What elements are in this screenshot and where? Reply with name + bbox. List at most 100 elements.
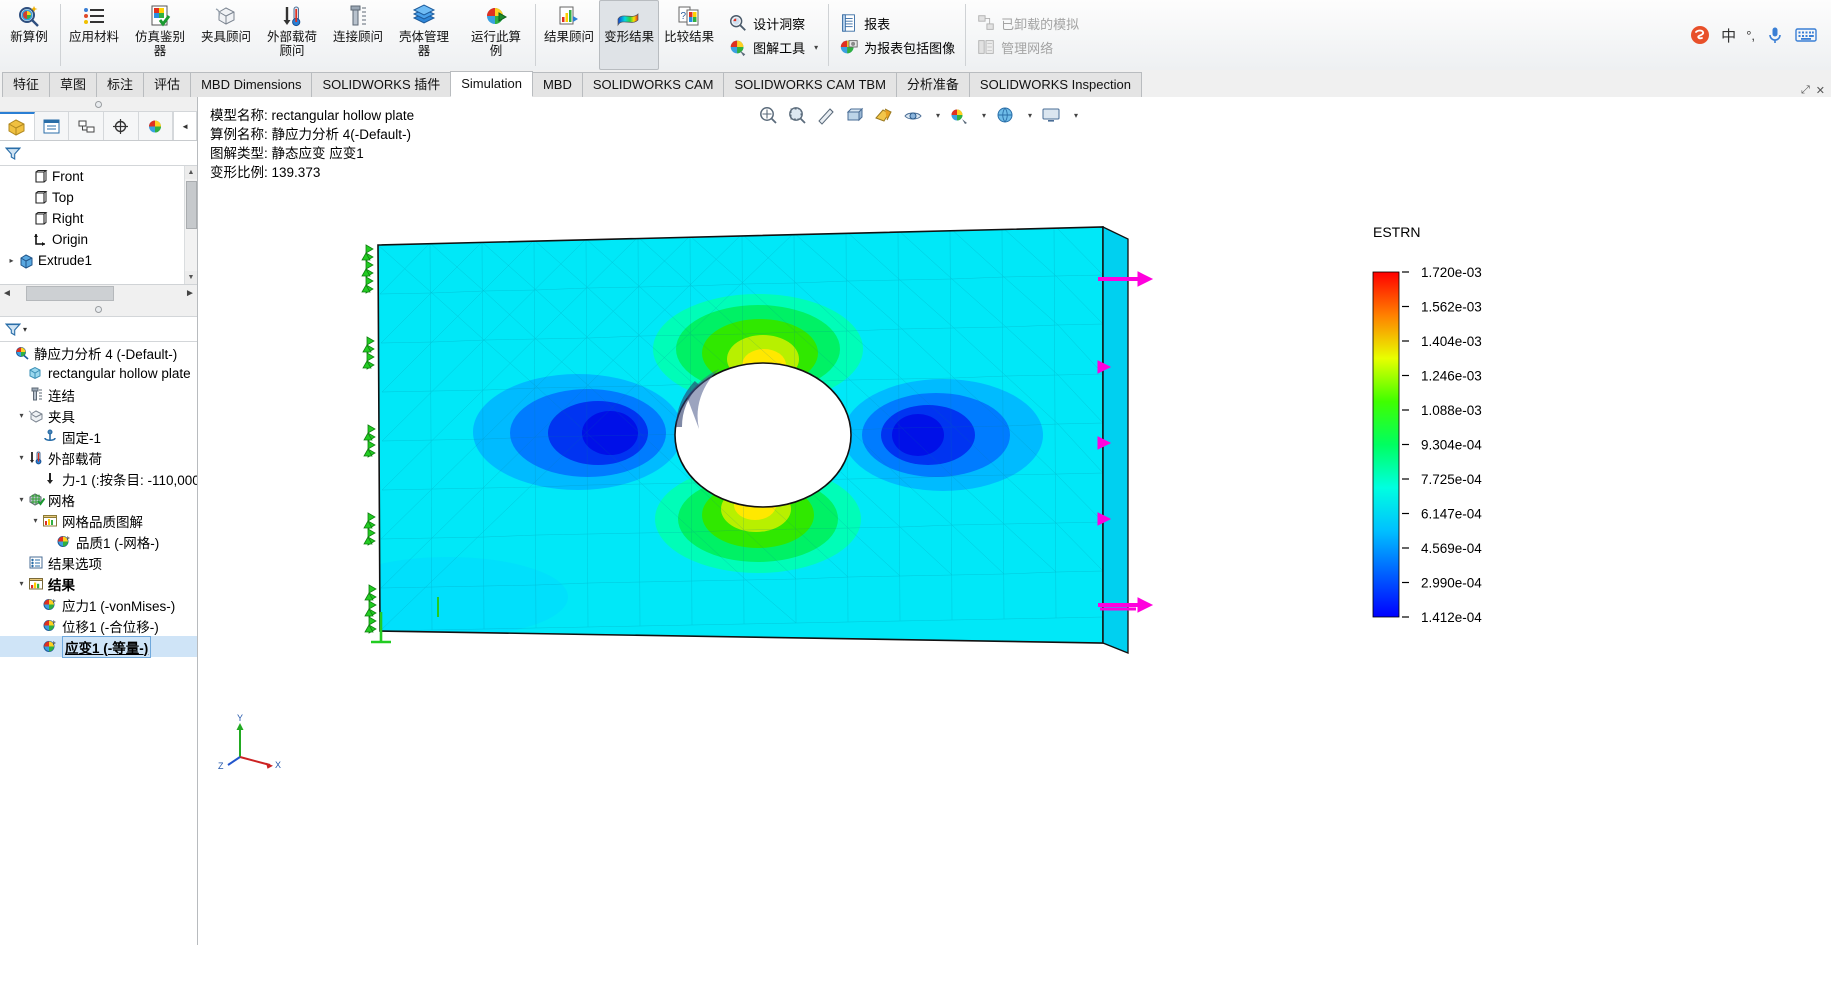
tree-expander-icon[interactable]: ▾ — [30, 516, 41, 525]
tree-expander-icon[interactable]: ▾ — [16, 495, 27, 504]
external-loads-advisor-button[interactable]: 外部载荷顾问 — [256, 0, 328, 70]
simulation-study-tree[interactable]: 静应力分析 4 (-Default-) rectangular hollow pl… — [0, 342, 197, 982]
close-panel-icon[interactable]: ✕ — [1816, 84, 1825, 97]
expand-panel-icon[interactable]: ⤢ — [1801, 84, 1810, 97]
tree-expander-icon[interactable]: ▾ — [16, 453, 27, 462]
tree-row[interactable]: Top — [0, 187, 197, 208]
tree-icon-wrapper — [31, 189, 50, 206]
tree-icon-wrapper — [31, 168, 50, 185]
tree-item-label: 应变1 (-等量-) — [62, 636, 151, 658]
collapse-tree-button[interactable]: ◄ — [173, 112, 197, 140]
tree-row[interactable]: 力-1 (:按条目: -110,000 — [0, 468, 197, 489]
manage-network-button[interactable]: 管理网络 — [972, 35, 1083, 59]
tree-row[interactable]: 结果选项 — [0, 552, 197, 573]
tree-row[interactable]: 连结 — [0, 384, 197, 405]
feature-tree-filter-bar[interactable] — [0, 141, 197, 166]
design-insight-button[interactable]: 设计洞察 — [724, 11, 822, 35]
tree-row[interactable]: Right — [0, 208, 197, 229]
simulation-evaluator-button[interactable]: 仿真鉴别器 — [124, 0, 196, 70]
triad-z-label: Z — [218, 761, 224, 771]
microphone-icon[interactable] — [1765, 25, 1785, 45]
tree-row[interactable]: rectangular hollow plate — [0, 363, 197, 384]
tab-草图[interactable]: 草图 — [49, 72, 97, 97]
tab-分析准备[interactable]: 分析准备 — [896, 72, 970, 97]
property-manager-tab[interactable] — [35, 112, 70, 140]
panel-resize-handle-mid[interactable] — [0, 302, 197, 317]
fea-result-plot[interactable]: ESTRN 1.720e-031.562e-031.404e-031.246e-… — [198, 97, 1831, 945]
tab-solidworks-cam[interactable]: SOLIDWORKS CAM — [582, 72, 725, 97]
simulation-tree-filter-bar[interactable]: ▾ — [0, 317, 197, 342]
tree-row[interactable]: 品质1 (-网格-) — [0, 531, 197, 552]
legend-tick-label: 9.304e-04 — [1421, 438, 1482, 453]
tree-row[interactable]: 固定-1 — [0, 426, 197, 447]
display-manager-tab[interactable] — [139, 112, 174, 140]
deformed-result-button[interactable]: 变形结果 — [599, 0, 659, 70]
manage-network-icon — [976, 37, 996, 57]
scroll-thumb[interactable] — [186, 181, 197, 229]
feature-manager-tree[interactable]: ▲ ▼ FrontTopRightOrigin▸Extrude1 — [0, 166, 197, 284]
tree-row[interactable]: ▾网格 — [0, 489, 197, 510]
chevron-left-icon: ◄ — [181, 122, 189, 131]
tab-mbd[interactable]: MBD — [532, 72, 583, 97]
tree-row[interactable]: ▾外部载荷 — [0, 447, 197, 468]
scroll-left-icon[interactable]: ◄ — [0, 288, 14, 299]
tree-expander-icon[interactable]: ▾ — [16, 411, 27, 420]
new-study-button[interactable]: 新算例 — [1, 0, 57, 70]
connections-advisor-label: 连接顾问 — [333, 31, 383, 45]
tree-expander-icon[interactable]: ▸ — [6, 256, 17, 265]
tab-solidworks-cam-tbm[interactable]: SOLIDWORKS CAM TBM — [723, 72, 896, 97]
manager-tab-strip: ◄ — [0, 112, 197, 141]
feature-manager-tab[interactable] — [0, 112, 35, 140]
run-this-study-button[interactable]: 运行此算例 — [460, 0, 532, 70]
sogou-logo-icon[interactable] — [1689, 24, 1711, 46]
tab-simulation[interactable]: Simulation — [450, 71, 533, 97]
graphics-viewport[interactable]: ▾ ▾ ▾ ▾ 模型名称: rectangular hollow plate 算… — [198, 97, 1831, 945]
ime-mode-label[interactable]: 中 — [1721, 25, 1736, 46]
plane-icon — [32, 190, 49, 206]
tree-row[interactable]: 静应力分析 4 (-Default-) — [0, 342, 197, 363]
connections-advisor-button[interactable]: 连接顾问 — [328, 0, 388, 70]
tree-row[interactable]: 应力1 (-vonMises-) — [0, 594, 197, 615]
filter-funnel-icon — [5, 322, 21, 337]
configuration-manager-tab[interactable] — [69, 112, 104, 140]
compare-results-button[interactable]: ? 比较结果 — [659, 0, 719, 70]
tree-item-label: rectangular hollow plate — [48, 366, 191, 381]
report-button[interactable]: 报表 — [835, 11, 959, 35]
feature-tree-hscrollbar[interactable]: ◄ ► — [0, 284, 197, 302]
ime-punct-label[interactable]: °, — [1746, 28, 1755, 43]
plot-tools-button[interactable]: 图解工具 ▾ — [724, 35, 822, 59]
offloaded-simulation-button[interactable]: 已卸载的模拟 — [972, 11, 1083, 35]
tree-row[interactable]: ▾网格品质图解 — [0, 510, 197, 531]
resize-dot-icon — [95, 101, 102, 108]
hscroll-thumb[interactable] — [26, 286, 114, 301]
tab-solidworks-inspection[interactable]: SOLIDWORKS Inspection — [969, 72, 1142, 97]
tree-row[interactable]: 应变1 (-等量-) — [0, 636, 197, 657]
scroll-down-icon[interactable]: ▼ — [185, 271, 197, 284]
tree-row[interactable]: ▾结果 — [0, 573, 197, 594]
scroll-right-icon[interactable]: ► — [183, 288, 197, 299]
results-advisor-button[interactable]: 结果顾问 — [539, 0, 599, 70]
tree-row[interactable]: Origin — [0, 229, 197, 250]
tab-评估[interactable]: 评估 — [143, 72, 191, 97]
tab-solidworks-插件[interactable]: SOLIDWORKS 插件 — [311, 72, 451, 97]
scroll-up-icon[interactable]: ▲ — [185, 166, 197, 179]
tree-row[interactable]: ▾夹具 — [0, 405, 197, 426]
chevron-down-icon[interactable]: ▾ — [23, 325, 27, 334]
tree-expander-icon[interactable]: ▾ — [16, 579, 27, 588]
keyboard-icon[interactable] — [1795, 26, 1817, 44]
include-image-for-report-button[interactable]: 为报表包括图像 — [835, 35, 959, 59]
tab-mbd-dimensions[interactable]: MBD Dimensions — [190, 72, 312, 97]
tab-标注[interactable]: 标注 — [96, 72, 144, 97]
apply-material-button[interactable]: 应用材料 — [64, 0, 124, 70]
tree-row[interactable]: ▸Extrude1 — [0, 250, 197, 271]
tree-row[interactable]: 位移1 (-合位移-) — [0, 615, 197, 636]
dim-xpert-manager-tab[interactable] — [104, 112, 139, 140]
feature-tree-scrollbar[interactable]: ▲ ▼ — [184, 166, 197, 284]
tab-特征[interactable]: 特征 — [2, 72, 50, 97]
panel-resize-handle-top[interactable] — [0, 97, 197, 112]
fixture-advisor-button[interactable]: 夹具顾问 — [196, 0, 256, 70]
tree-row[interactable]: Front — [0, 166, 197, 187]
legend-tick-label: 1.562e-03 — [1421, 300, 1482, 315]
chevron-down-icon[interactable]: ▾ — [814, 43, 818, 52]
shell-manager-button[interactable]: 壳体管理器 — [388, 0, 460, 70]
